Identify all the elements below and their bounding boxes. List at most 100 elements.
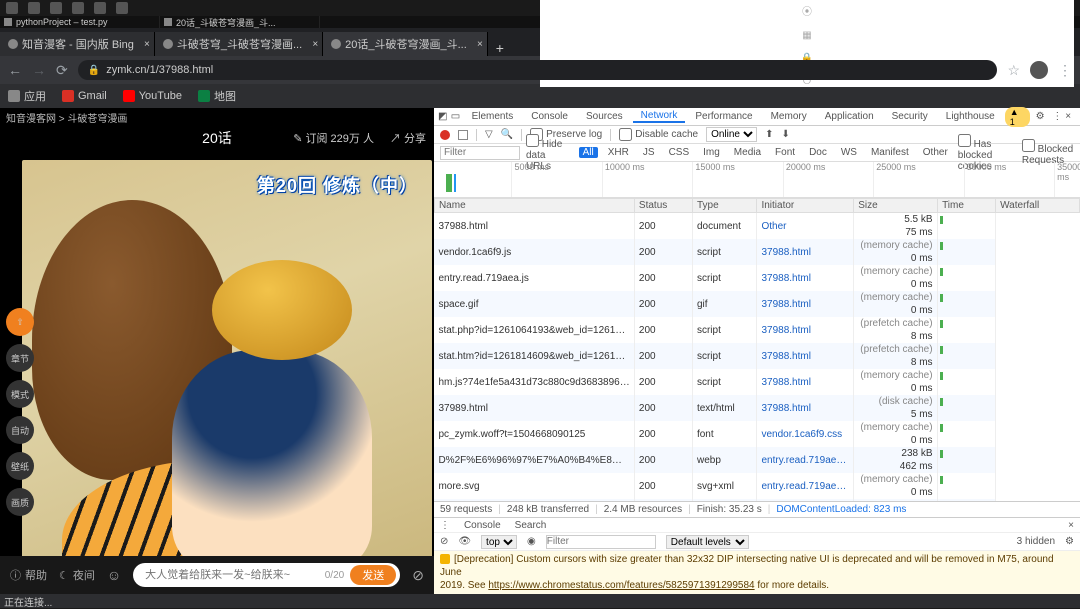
devtools-tab-network[interactable]: Network [633,110,686,123]
task-chrome[interactable]: 20话_斗破苍穹漫画_斗... [160,16,320,28]
filter-img[interactable]: Img [699,147,724,158]
network-table[interactable]: Name Status Type Initiator Size Time Wat… [434,198,1080,501]
drawer-close-icon[interactable]: × [1068,520,1074,531]
devtools-tab-sources[interactable]: Sources [578,111,631,122]
network-timeline[interactable]: 5000 ms 10000 ms 15000 ms 20000 ms 25000… [434,162,1080,198]
table-row[interactable]: 37988.html200documentOther5.5 kB75 ms [434,213,1079,240]
table-row[interactable]: 37989.html200text/html37988.html(disk ca… [434,395,1079,421]
devtools-tab-performance[interactable]: Performance [687,111,760,122]
apps-shortcut[interactable]: 应用 [8,88,46,104]
bookmark-youtube[interactable]: YouTube [123,90,182,102]
device-icon[interactable]: ▭ [451,111,462,123]
network-filter-input[interactable] [440,146,520,160]
filter-other[interactable]: Other [919,147,952,158]
upload-icon[interactable]: ⬆ [765,129,773,140]
bookmark-gmail[interactable]: Gmail [62,90,107,102]
comic-viewport[interactable]: 第20回 修炼（中） [0,150,434,594]
filter-js[interactable]: JS [639,147,659,158]
table-row[interactable]: stat.php?id=1261064193&web_id=1261064193… [434,317,1079,343]
help-link[interactable]: ⓘ 帮助 [10,567,47,583]
subscribe-link[interactable]: ✎ 订阅 229万 人 [293,130,374,146]
levels-select[interactable]: Default levels [666,535,749,549]
col-type[interactable]: Type [692,199,757,213]
devtools-tab-application[interactable]: Application [817,111,882,122]
new-tab-button[interactable]: + [488,40,512,56]
filter-manifest[interactable]: Manifest [867,147,913,158]
send-button[interactable]: 发送 [350,565,396,585]
task-pycharm[interactable]: pythonProject – test.py [0,16,160,28]
download-icon[interactable]: ⬇ [781,129,789,140]
col-initiator[interactable]: Initiator [757,199,854,213]
devtools-tab-lighthouse[interactable]: Lighthouse [938,111,1003,122]
table-row[interactable]: vendor.1ca6f9.js200script37988.html(memo… [434,239,1079,265]
table-row[interactable]: space.gif200gif37988.html(memory cache)0… [434,291,1079,317]
close-icon[interactable]: × [144,39,150,50]
gear-icon[interactable]: ⚙ [1036,111,1047,123]
col-status[interactable]: Status [634,199,692,213]
settings-icon[interactable]: ⊘ [412,567,424,584]
comment-input[interactable] [145,569,319,581]
filter-doc[interactable]: Doc [805,147,831,158]
share-link[interactable]: ↗ 分享 [390,130,426,146]
site-info-icon[interactable]: 🔒 [88,65,100,76]
table-row[interactable]: D%2F%E6%96%97%E7%A0%B4%E8%8B%8D%E...200w… [434,447,1079,473]
close-icon[interactable]: × [477,39,483,50]
warning-badge[interactable]: ▲ 1 [1005,107,1030,127]
filter-media[interactable]: Media [730,147,765,158]
close-icon[interactable]: × [312,39,318,50]
filter-css[interactable]: CSS [665,147,694,158]
devtools-tab-security[interactable]: Security [884,111,936,122]
col-size[interactable]: Size [854,199,938,213]
filter-toggle-icon[interactable]: ▽ [485,129,493,140]
night-toggle[interactable]: ☾ 夜间 [59,567,95,583]
side-mode[interactable]: 模式 [6,380,34,408]
browser-tab[interactable]: 知音漫客 - 国内版 Bing× [0,32,155,56]
close-icon[interactable]: × [1065,111,1076,123]
table-row[interactable]: pc_zymk.woff?t=1504668090125200fontvendo… [434,421,1079,447]
breadcrumb[interactable]: 知音漫客网 > 斗破苍穹漫画 [0,108,434,126]
eye-icon[interactable]: 👁 [458,536,471,547]
search-icon[interactable]: 🔍 [501,129,513,140]
side-wallpaper[interactable]: 壁纸 [6,452,34,480]
star-icon[interactable]: ☆ [1007,62,1020,79]
grid-icon[interactable]: ▦ [802,30,811,41]
browser-tab[interactable]: 斗破苍穹_斗破苍穹漫画...× [155,32,323,56]
side-chapters[interactable]: 章节 [6,344,34,372]
table-row[interactable]: stat.htm?id=1261814609&web_id=1261814609… [434,343,1079,369]
filter-xhr[interactable]: XHR [604,147,633,158]
emoji-icon[interactable]: ☺ [107,567,121,583]
clear-console-icon[interactable]: ⊘ [440,536,448,547]
col-name[interactable]: Name [434,199,634,213]
console-link[interactable]: https://www.chromestatus.com/features/58… [488,580,754,591]
profile-avatar[interactable] [1030,61,1048,79]
menu-icon[interactable]: ⋮ [1058,62,1072,79]
devtools-tab-memory[interactable]: Memory [763,111,815,122]
hidden-count[interactable]: 3 hidden [1017,536,1055,547]
more-icon[interactable]: ⋮ [1052,111,1063,123]
col-time[interactable]: Time [938,199,996,213]
gear-icon[interactable]: ⚙ [1065,536,1074,547]
side-auto[interactable]: 自动 [6,416,34,444]
filter-ws[interactable]: WS [837,147,861,158]
eye-icon[interactable]: ◉ [527,536,536,547]
side-trending-icon[interactable]: ⇧ [6,308,34,336]
side-quality[interactable]: 画质 [6,488,34,516]
drawer-tab-search[interactable]: Search [515,520,547,531]
console-filter-input[interactable] [546,535,656,549]
devtools-tab-elements[interactable]: Elements [464,111,522,122]
table-row[interactable]: hm.js?74e1fe5a431d73c880c9d36838960bc120… [434,369,1079,395]
context-select[interactable]: top [481,535,517,549]
drawer-toggle-icon[interactable]: ⋮ [440,520,450,531]
drawer-tab-console[interactable]: Console [464,520,501,531]
browser-tab[interactable]: 20话_斗破苍穹漫画_斗...× [323,32,488,56]
clear-button[interactable] [458,130,468,140]
reload-button[interactable]: ⟳ [56,62,68,79]
disable-cache-checkbox[interactable]: Disable cache [619,128,698,141]
table-row[interactable]: more.svg200svg+xmlentry.read.719aea.css(… [434,473,1079,499]
throttling-select[interactable]: Online [706,127,757,142]
table-row[interactable]: entry.read.719aea.js200script37988.html(… [434,265,1079,291]
back-button[interactable]: ← [8,62,22,78]
record-button[interactable] [440,130,450,140]
url-input[interactable]: 🔒 zymk.cn/1/37988.html [78,60,998,80]
filter-all[interactable]: All [579,147,598,158]
